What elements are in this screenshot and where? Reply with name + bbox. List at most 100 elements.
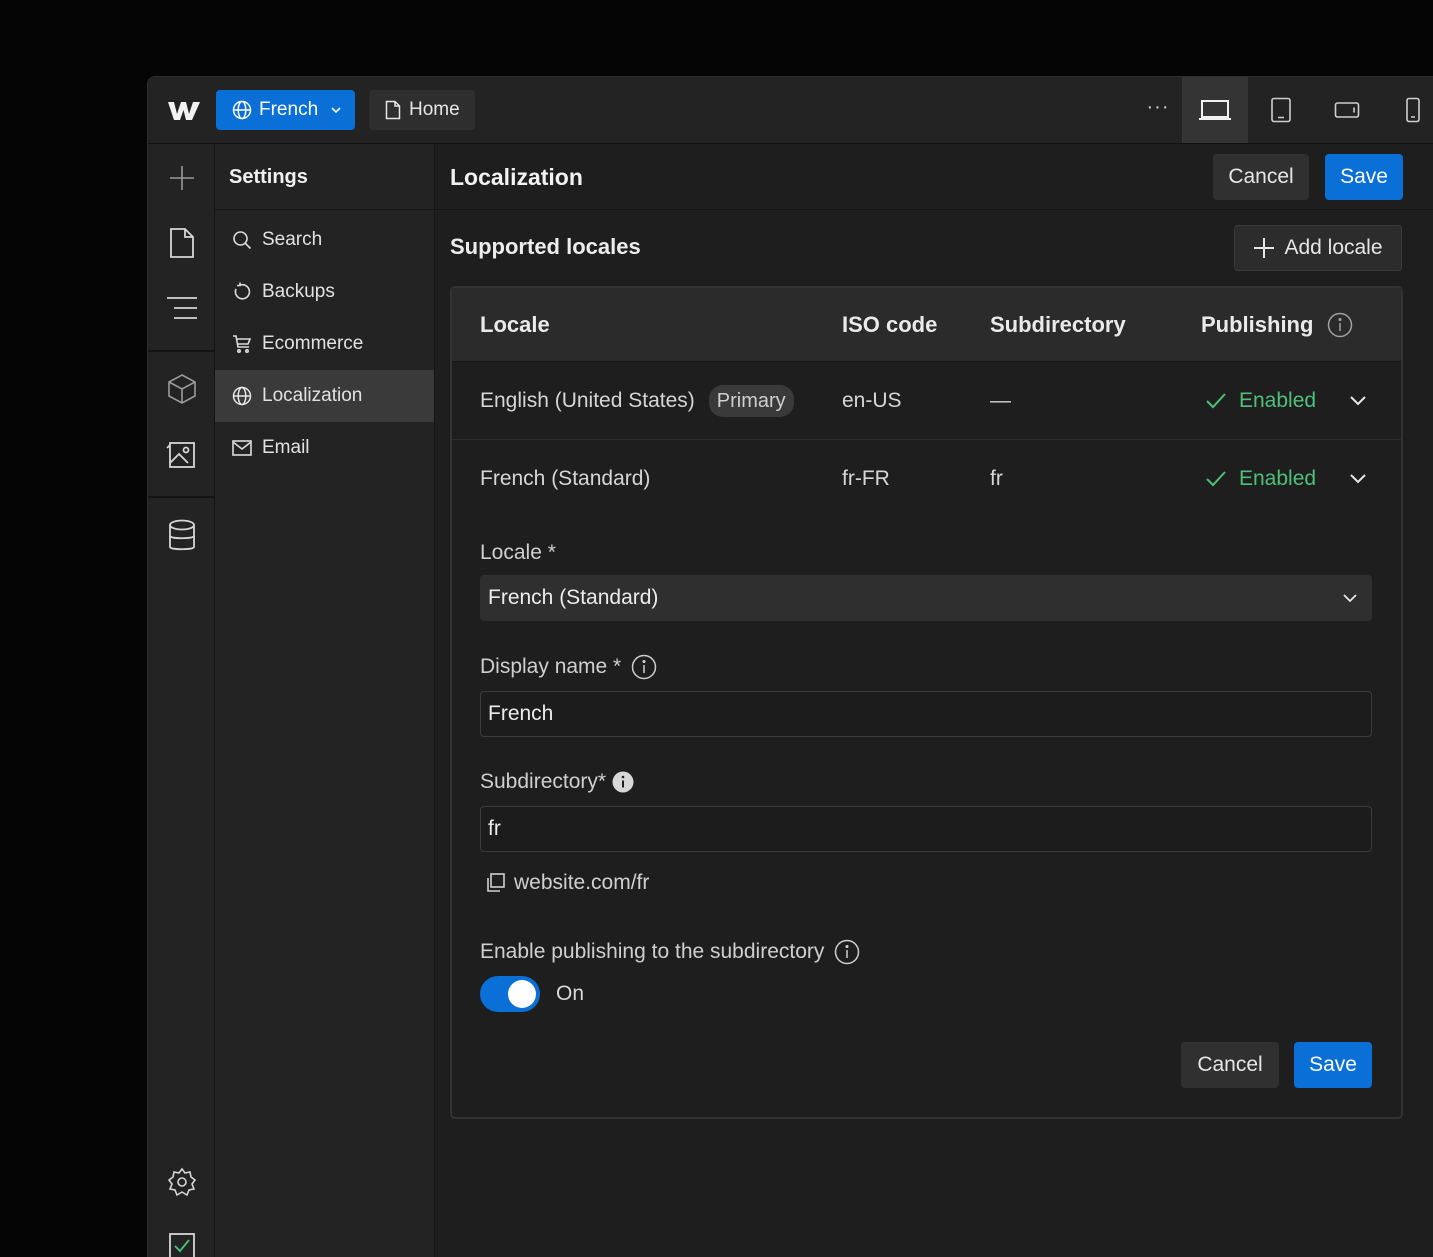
toggle-state-label: On [556, 982, 585, 1005]
form-save-button[interactable]: Save [1294, 1042, 1372, 1088]
info-icon[interactable] [834, 939, 860, 965]
locale-name: French (Standard) [480, 467, 651, 490]
iso-code-cell: fr-FR [842, 467, 890, 490]
table-row[interactable]: French (Standard) fr-FR fr Enabled [452, 440, 1401, 518]
search-icon [233, 231, 252, 250]
table-row[interactable]: English (United States) Primary en-US — E… [452, 362, 1401, 440]
check-icon [1206, 393, 1226, 409]
chevron-down-icon [1343, 594, 1357, 603]
phone-portrait-icon [1406, 97, 1420, 123]
publishing-toggle-label: Enable publishing to the subdirectory [480, 939, 860, 965]
settings-item-label: Localization [262, 385, 363, 406]
cart-icon [233, 335, 252, 354]
subdirectory-cell: — [990, 389, 1011, 412]
locale-switcher-label: French [259, 99, 319, 120]
locale-name: English (United States) [480, 389, 695, 412]
plus-icon [170, 166, 194, 190]
pages-panel-button[interactable] [165, 226, 199, 260]
primary-badge: Primary [708, 385, 794, 417]
settings-item-label: Email [262, 437, 310, 458]
page-icon [385, 100, 401, 120]
chevron-down-icon[interactable] [1348, 468, 1368, 488]
publishing-label: Enabled [1239, 467, 1317, 490]
column-header-iso-code: ISO code [842, 312, 938, 337]
publishing-status: Enabled [1205, 440, 1316, 518]
add-locale-label: Add locale [1284, 236, 1383, 259]
add-locale-button[interactable]: Add locale [1234, 225, 1402, 271]
navigator-icon [167, 297, 197, 319]
page-title: Localization [450, 164, 583, 190]
page-selector-button[interactable]: Home [369, 90, 475, 130]
settings-item-search[interactable]: Search [215, 214, 434, 266]
page-selector-label: Home [409, 99, 460, 120]
publishing-label: Enabled [1239, 389, 1317, 412]
chevron-down-icon [331, 107, 341, 114]
publishing-toggle[interactable] [480, 976, 540, 1012]
column-header-locale: Locale [480, 312, 550, 337]
section-title: Supported locales [450, 234, 641, 259]
panel-header: Localization Cancel Save [435, 144, 1433, 210]
mobile-portrait-breakpoint-button[interactable] [1380, 77, 1433, 143]
column-header-publishing: Publishing [1201, 312, 1314, 337]
checkbox-icon [169, 1233, 195, 1257]
components-panel-button[interactable] [165, 372, 199, 406]
backup-icon [234, 282, 251, 300]
cms-panel-button[interactable] [165, 519, 199, 553]
table-header: Locale ISO code Subdirectory Publishing [452, 288, 1401, 362]
locale-switcher-button[interactable]: French [216, 90, 355, 130]
assets-panel-button[interactable] [165, 437, 199, 471]
toggle-knob [508, 980, 536, 1008]
phone-landscape-icon [1334, 102, 1360, 118]
navigator-panel-button[interactable] [165, 291, 199, 325]
publishing-toggle-label-text: Enable publishing to the subdirectory [480, 940, 825, 963]
info-filled-icon[interactable] [612, 771, 634, 793]
page-icon [170, 228, 194, 258]
column-header-subdirectory: Subdirectory [990, 312, 1126, 337]
display-name-label-text: Display name * [480, 655, 622, 678]
settings-item-backups[interactable]: Backups [215, 266, 434, 318]
tablet-breakpoint-button[interactable] [1248, 77, 1314, 143]
cube-icon [168, 374, 196, 404]
info-icon[interactable] [1327, 312, 1353, 338]
locale-select-value: French (Standard) [488, 586, 659, 609]
check-icon [1206, 471, 1226, 487]
mobile-landscape-breakpoint-button[interactable] [1314, 77, 1380, 143]
cancel-button[interactable]: Cancel [1213, 154, 1309, 200]
form-cancel-button[interactable]: Cancel [1181, 1042, 1279, 1088]
settings-item-email[interactable]: Email [215, 422, 434, 474]
settings-item-localization[interactable]: Localization [215, 370, 434, 422]
locale-cell: English (United States) Primary [480, 362, 794, 440]
settings-title: Settings [215, 144, 434, 210]
display-name-input[interactable]: French [480, 691, 1372, 737]
database-icon [169, 519, 195, 551]
save-button[interactable]: Save [1325, 154, 1403, 200]
subdirectory-label-text: Subdirectory* [480, 770, 607, 793]
chevron-down-icon[interactable] [1348, 390, 1368, 410]
publishing-status: Enabled [1205, 362, 1316, 440]
settings-item-ecommerce[interactable]: Ecommerce [215, 318, 434, 370]
webflow-logo-icon[interactable] [166, 97, 202, 123]
locale-field-label: Locale * [480, 541, 556, 564]
top-bar: French Home ··· [148, 77, 1433, 144]
site-settings-button[interactable] [165, 1165, 199, 1199]
iso-code-cell: en-US [842, 389, 902, 412]
tablet-icon [1271, 97, 1291, 123]
add-panel-button[interactable] [165, 161, 199, 195]
locales-table: Locale ISO code Subdirectory Publishing … [450, 286, 1403, 1119]
subdirectory-input[interactable]: fr [480, 806, 1372, 852]
url-preview[interactable]: website.com/fr [484, 871, 649, 895]
left-toolbar [148, 144, 215, 1257]
settings-item-label: Ecommerce [262, 333, 364, 354]
designer-window: French Home ··· Settings Search Backups … [147, 76, 1433, 1257]
globe-icon [232, 386, 252, 406]
info-icon[interactable] [631, 654, 657, 680]
more-options-icon[interactable]: ··· [1143, 97, 1173, 121]
url-preview-text: website.com/fr [514, 871, 650, 894]
envelope-icon [232, 440, 252, 456]
audit-panel-button[interactable] [165, 1229, 199, 1257]
subdirectory-cell: fr [990, 467, 1003, 490]
desktop-breakpoint-button[interactable] [1182, 77, 1248, 143]
locale-select[interactable]: French (Standard) [480, 575, 1372, 621]
laptop-icon [1199, 100, 1231, 120]
image-icon [166, 442, 195, 468]
